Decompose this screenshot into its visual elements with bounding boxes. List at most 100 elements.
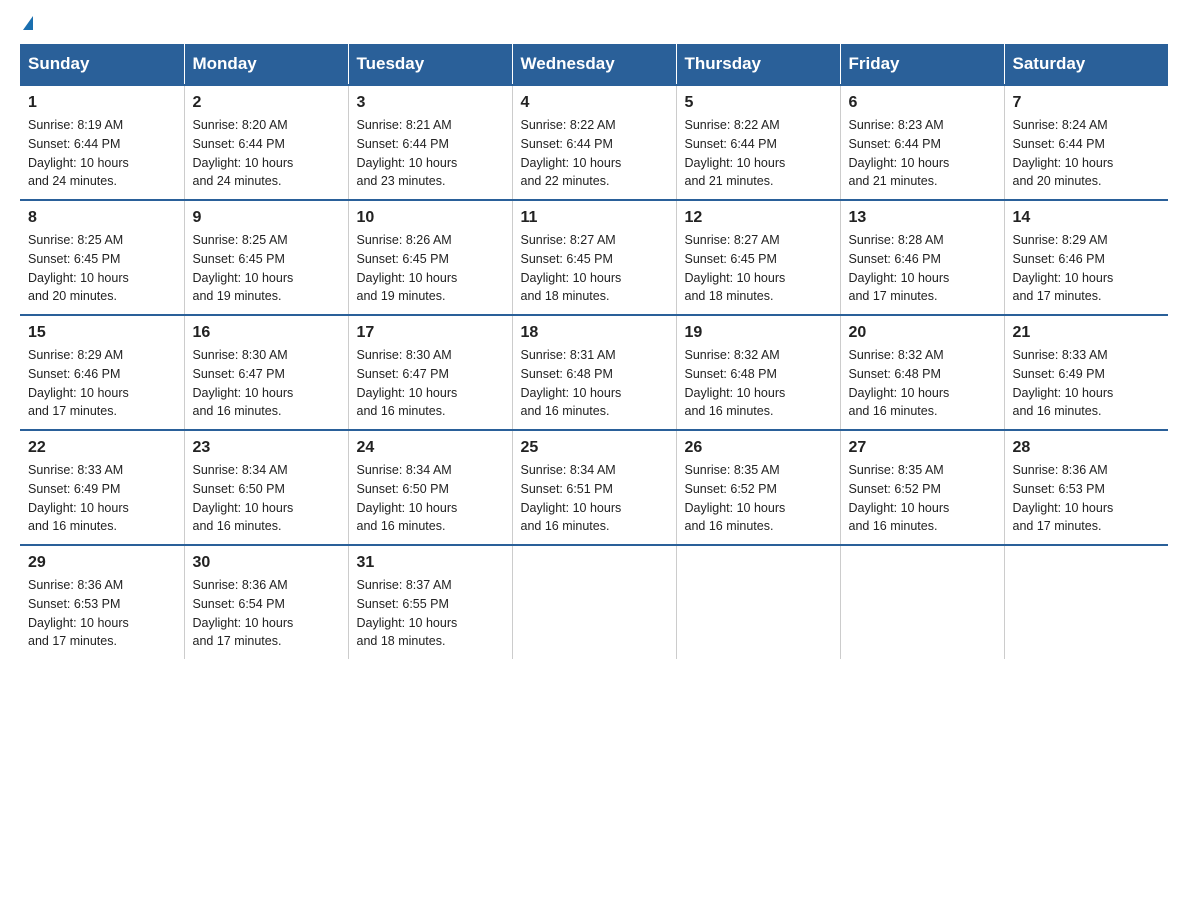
calendar-day-cell: 7 Sunrise: 8:24 AMSunset: 6:44 PMDaylight… (1004, 85, 1168, 200)
day-info: Sunrise: 8:22 AMSunset: 6:44 PMDaylight:… (685, 116, 832, 191)
day-info: Sunrise: 8:25 AMSunset: 6:45 PMDaylight:… (193, 231, 340, 306)
day-info: Sunrise: 8:32 AMSunset: 6:48 PMDaylight:… (685, 346, 832, 421)
day-info: Sunrise: 8:35 AMSunset: 6:52 PMDaylight:… (849, 461, 996, 536)
day-number: 23 (193, 439, 340, 457)
calendar-day-cell: 30 Sunrise: 8:36 AMSunset: 6:54 PMDayligh… (184, 545, 348, 659)
day-info: Sunrise: 8:27 AMSunset: 6:45 PMDaylight:… (521, 231, 668, 306)
header-monday: Monday (184, 44, 348, 85)
day-number: 24 (357, 439, 504, 457)
day-info: Sunrise: 8:34 AMSunset: 6:51 PMDaylight:… (521, 461, 668, 536)
header-sunday: Sunday (20, 44, 184, 85)
day-number: 18 (521, 324, 668, 342)
day-info: Sunrise: 8:19 AMSunset: 6:44 PMDaylight:… (28, 116, 176, 191)
day-number: 6 (849, 94, 996, 112)
day-info: Sunrise: 8:35 AMSunset: 6:52 PMDaylight:… (685, 461, 832, 536)
header-tuesday: Tuesday (348, 44, 512, 85)
calendar-day-cell (676, 545, 840, 659)
logo (20, 20, 33, 34)
day-number: 14 (1013, 209, 1161, 227)
day-info: Sunrise: 8:36 AMSunset: 6:53 PMDaylight:… (28, 576, 176, 651)
calendar-day-cell: 4Sunrise: 8:22 AMSunset: 6:44 PMDaylight… (512, 85, 676, 200)
calendar-day-cell: 10 Sunrise: 8:26 AMSunset: 6:45 PMDayligh… (348, 200, 512, 315)
calendar-day-cell: 9Sunrise: 8:25 AMSunset: 6:45 PMDaylight… (184, 200, 348, 315)
day-info: Sunrise: 8:29 AMSunset: 6:46 PMDaylight:… (1013, 231, 1161, 306)
header-friday: Friday (840, 44, 1004, 85)
calendar-day-cell: 1 Sunrise: 8:19 AMSunset: 6:44 PMDaylight… (20, 85, 184, 200)
calendar-day-cell: 22 Sunrise: 8:33 AMSunset: 6:49 PMDayligh… (20, 430, 184, 545)
calendar-day-cell: 25Sunrise: 8:34 AMSunset: 6:51 PMDayligh… (512, 430, 676, 545)
header-thursday: Thursday (676, 44, 840, 85)
calendar-day-cell (512, 545, 676, 659)
day-number: 10 (357, 209, 504, 227)
day-info: Sunrise: 8:34 AMSunset: 6:50 PMDaylight:… (193, 461, 340, 536)
calendar-day-cell: 13Sunrise: 8:28 AMSunset: 6:46 PMDayligh… (840, 200, 1004, 315)
day-info: Sunrise: 8:30 AMSunset: 6:47 PMDaylight:… (193, 346, 340, 421)
day-number: 2 (193, 94, 340, 112)
day-number: 20 (849, 324, 996, 342)
day-number: 22 (28, 439, 176, 457)
calendar-day-cell: 2 Sunrise: 8:20 AMSunset: 6:44 PMDaylight… (184, 85, 348, 200)
day-info: Sunrise: 8:33 AMSunset: 6:49 PMDaylight:… (1013, 346, 1161, 421)
day-number: 28 (1013, 439, 1161, 457)
calendar-week-row: 15Sunrise: 8:29 AMSunset: 6:46 PMDayligh… (20, 315, 1168, 430)
day-number: 4 (521, 94, 668, 112)
logo-general-line (20, 20, 33, 34)
calendar-day-cell: 17 Sunrise: 8:30 AMSunset: 6:47 PMDayligh… (348, 315, 512, 430)
day-info: Sunrise: 8:24 AMSunset: 6:44 PMDaylight:… (1013, 116, 1161, 191)
calendar-day-cell: 8Sunrise: 8:25 AMSunset: 6:45 PMDaylight… (20, 200, 184, 315)
day-info: Sunrise: 8:34 AMSunset: 6:50 PMDaylight:… (357, 461, 504, 536)
day-number: 29 (28, 554, 176, 572)
day-number: 31 (357, 554, 504, 572)
calendar-day-cell: 14 Sunrise: 8:29 AMSunset: 6:46 PMDayligh… (1004, 200, 1168, 315)
day-number: 12 (685, 209, 832, 227)
calendar-day-cell: 24 Sunrise: 8:34 AMSunset: 6:50 PMDayligh… (348, 430, 512, 545)
day-info: Sunrise: 8:21 AMSunset: 6:44 PMDaylight:… (357, 116, 504, 191)
day-info: Sunrise: 8:33 AMSunset: 6:49 PMDaylight:… (28, 461, 176, 536)
day-info: Sunrise: 8:36 AMSunset: 6:53 PMDaylight:… (1013, 461, 1161, 536)
day-number: 17 (357, 324, 504, 342)
calendar-day-cell: 20Sunrise: 8:32 AMSunset: 6:48 PMDayligh… (840, 315, 1004, 430)
day-number: 21 (1013, 324, 1161, 342)
day-info: Sunrise: 8:27 AMSunset: 6:45 PMDaylight:… (685, 231, 832, 306)
day-number: 11 (521, 209, 668, 227)
day-number: 27 (849, 439, 996, 457)
calendar-day-cell: 28 Sunrise: 8:36 AMSunset: 6:53 PMDayligh… (1004, 430, 1168, 545)
calendar-table: SundayMondayTuesdayWednesdayThursdayFrid… (20, 44, 1168, 659)
calendar-day-cell: 23 Sunrise: 8:34 AMSunset: 6:50 PMDayligh… (184, 430, 348, 545)
day-info: Sunrise: 8:29 AMSunset: 6:46 PMDaylight:… (28, 346, 176, 421)
calendar-header-row: SundayMondayTuesdayWednesdayThursdayFrid… (20, 44, 1168, 85)
calendar-day-cell: 26 Sunrise: 8:35 AMSunset: 6:52 PMDayligh… (676, 430, 840, 545)
calendar-week-row: 8Sunrise: 8:25 AMSunset: 6:45 PMDaylight… (20, 200, 1168, 315)
day-info: Sunrise: 8:30 AMSunset: 6:47 PMDaylight:… (357, 346, 504, 421)
day-number: 1 (28, 94, 176, 112)
day-info: Sunrise: 8:23 AMSunset: 6:44 PMDaylight:… (849, 116, 996, 191)
day-number: 19 (685, 324, 832, 342)
calendar-day-cell (1004, 545, 1168, 659)
day-number: 7 (1013, 94, 1161, 112)
page-header (20, 20, 1168, 34)
calendar-week-row: 29 Sunrise: 8:36 AMSunset: 6:53 PMDayligh… (20, 545, 1168, 659)
logo-arrow-icon (23, 16, 33, 30)
day-info: Sunrise: 8:20 AMSunset: 6:44 PMDaylight:… (193, 116, 340, 191)
calendar-day-cell: 27 Sunrise: 8:35 AMSunset: 6:52 PMDayligh… (840, 430, 1004, 545)
day-info: Sunrise: 8:26 AMSunset: 6:45 PMDaylight:… (357, 231, 504, 306)
calendar-day-cell: 11 Sunrise: 8:27 AMSunset: 6:45 PMDayligh… (512, 200, 676, 315)
calendar-day-cell: 6 Sunrise: 8:23 AMSunset: 6:44 PMDaylight… (840, 85, 1004, 200)
day-number: 26 (685, 439, 832, 457)
day-info: Sunrise: 8:28 AMSunset: 6:46 PMDaylight:… (849, 231, 996, 306)
calendar-day-cell: 12 Sunrise: 8:27 AMSunset: 6:45 PMDayligh… (676, 200, 840, 315)
day-number: 30 (193, 554, 340, 572)
calendar-day-cell: 5Sunrise: 8:22 AMSunset: 6:44 PMDaylight… (676, 85, 840, 200)
calendar-day-cell: 19 Sunrise: 8:32 AMSunset: 6:48 PMDayligh… (676, 315, 840, 430)
calendar-day-cell: 16 Sunrise: 8:30 AMSunset: 6:47 PMDayligh… (184, 315, 348, 430)
day-info: Sunrise: 8:36 AMSunset: 6:54 PMDaylight:… (193, 576, 340, 651)
calendar-day-cell (840, 545, 1004, 659)
calendar-day-cell: 31 Sunrise: 8:37 AMSunset: 6:55 PMDayligh… (348, 545, 512, 659)
day-number: 16 (193, 324, 340, 342)
calendar-week-row: 22 Sunrise: 8:33 AMSunset: 6:49 PMDayligh… (20, 430, 1168, 545)
header-saturday: Saturday (1004, 44, 1168, 85)
calendar-day-cell: 21 Sunrise: 8:33 AMSunset: 6:49 PMDayligh… (1004, 315, 1168, 430)
calendar-day-cell: 29 Sunrise: 8:36 AMSunset: 6:53 PMDayligh… (20, 545, 184, 659)
calendar-day-cell: 3Sunrise: 8:21 AMSunset: 6:44 PMDaylight… (348, 85, 512, 200)
day-info: Sunrise: 8:37 AMSunset: 6:55 PMDaylight:… (357, 576, 504, 651)
